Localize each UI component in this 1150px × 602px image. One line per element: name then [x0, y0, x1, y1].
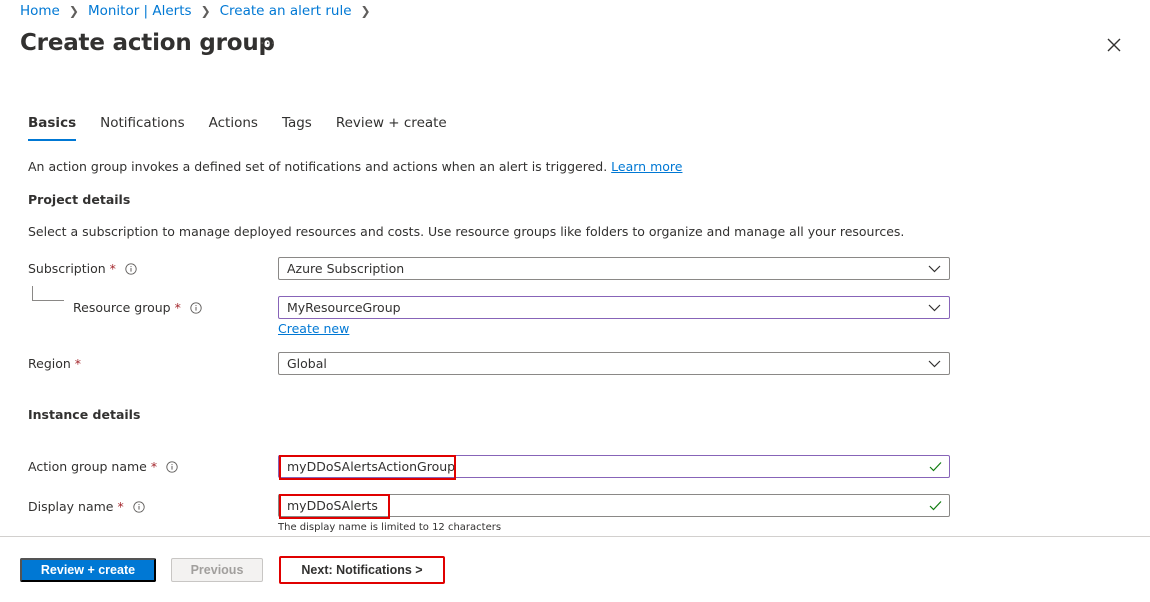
highlight-box [279, 494, 390, 519]
more-options-icon[interactable]: ··· [260, 36, 276, 52]
region-dropdown[interactable]: Global [278, 352, 950, 375]
tab-bar: Basics Notifications Actions Tags Review… [28, 115, 471, 141]
resource-group-value: MyResourceGroup [287, 300, 401, 315]
required-marker: * [117, 499, 124, 514]
required-marker: * [174, 300, 181, 315]
chevron-right-icon: ❯ [360, 4, 371, 18]
intro-description: An action group invokes a defined set of… [28, 159, 608, 174]
tree-connector [32, 286, 64, 301]
close-icon[interactable] [1104, 35, 1124, 55]
required-marker: * [109, 261, 116, 276]
previous-button[interactable]: Previous [171, 558, 263, 582]
chevron-down-icon [928, 304, 941, 312]
region-label-text: Region [28, 356, 71, 371]
chevron-right-icon: ❯ [68, 4, 79, 18]
intro-text: An action group invokes a defined set of… [28, 159, 682, 174]
required-marker: * [74, 356, 82, 371]
chevron-down-icon [928, 360, 941, 368]
highlight-box [279, 455, 456, 480]
tab-notifications[interactable]: Notifications [100, 115, 185, 141]
breadcrumb-create-alert-rule[interactable]: Create an alert rule [220, 3, 352, 19]
required-marker: * [150, 459, 158, 474]
resource-group-label-text: Resource group [73, 300, 171, 315]
resource-group-label: Resource group * [73, 300, 202, 315]
subscription-label: Subscription * [28, 261, 137, 276]
region-value: Global [287, 356, 327, 371]
next-notifications-button[interactable]: Next: Notifications > [279, 556, 445, 584]
tab-tags[interactable]: Tags [282, 115, 312, 141]
breadcrumb: Home ❯ Monitor | Alerts ❯ Create an aler… [20, 3, 380, 19]
display-name-label-text: Display name [28, 499, 114, 514]
subscription-label-text: Subscription [28, 261, 106, 276]
breadcrumb-home[interactable]: Home [20, 3, 60, 19]
page-title: Create action group [20, 30, 275, 56]
info-icon[interactable] [133, 500, 145, 513]
info-icon[interactable] [190, 301, 202, 314]
chevron-right-icon: ❯ [200, 4, 211, 18]
display-name-label: Display name * [28, 499, 145, 514]
info-icon[interactable] [166, 460, 178, 473]
region-label: Region * [28, 356, 81, 371]
chevron-down-icon [928, 265, 941, 273]
project-details-heading: Project details [28, 192, 131, 207]
review-create-button[interactable]: Review + create [20, 558, 156, 582]
breadcrumb-monitor-alerts[interactable]: Monitor | Alerts [88, 3, 192, 19]
action-group-name-label: Action group name * [28, 459, 178, 474]
tab-actions[interactable]: Actions [209, 115, 258, 141]
footer-divider [0, 536, 1150, 537]
subscription-dropdown[interactable]: Azure Subscription [278, 257, 950, 280]
checkmark-icon [929, 501, 942, 511]
project-details-description: Select a subscription to manage deployed… [28, 224, 905, 239]
display-name-hint: The display name is limited to 12 charac… [278, 522, 502, 533]
learn-more-link[interactable]: Learn more [611, 159, 682, 174]
tab-review-create[interactable]: Review + create [336, 115, 447, 141]
instance-details-heading: Instance details [28, 407, 141, 422]
subscription-value: Azure Subscription [287, 261, 405, 276]
resource-group-dropdown[interactable]: MyResourceGroup [278, 296, 950, 319]
checkmark-icon [929, 462, 942, 472]
create-new-resource-group-link[interactable]: Create new [278, 321, 349, 336]
action-group-name-label-text: Action group name [28, 459, 147, 474]
info-icon[interactable] [125, 262, 137, 275]
tab-basics[interactable]: Basics [28, 115, 77, 141]
